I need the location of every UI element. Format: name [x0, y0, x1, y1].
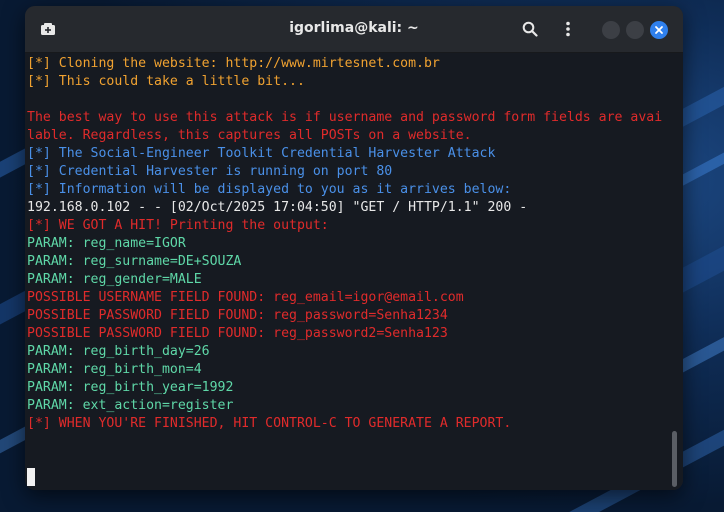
terminal-line: lable. Regardless, this captures all POS…: [27, 128, 472, 143]
terminal-line: [*] This could take a little bit...: [27, 74, 305, 89]
terminal-line: [*] Credential Harvester is running on p…: [27, 164, 393, 179]
terminal-line: [*] The Social-Engineer Toolkit Credenti…: [27, 146, 496, 161]
terminal-line: PARAM: reg_birth_mon=4: [27, 362, 202, 377]
terminal-line: POSSIBLE PASSWORD FIELD FOUND: reg_passw…: [27, 308, 448, 323]
terminal-line: [*] Information will be displayed to you…: [27, 182, 512, 197]
terminal-line: [*] WE GOT A HIT! Printing the output:: [27, 218, 329, 233]
kebab-menu-icon: [566, 21, 570, 37]
scrollbar[interactable]: [668, 53, 680, 490]
terminal-line: 192.168.0.102 - - [02/Oct/2025 17:04:50]…: [27, 200, 528, 215]
terminal-line: PARAM: reg_surname=DE+SOUZA: [27, 254, 242, 269]
terminal-text: [*] Cloning the website: http://www.mirt…: [27, 55, 671, 433]
terminal-line: PARAM: reg_birth_year=1992: [27, 380, 234, 395]
terminal-output[interactable]: [*] Cloning the website: http://www.mirt…: [25, 53, 683, 490]
minimize-button[interactable]: [602, 21, 620, 39]
search-icon: [522, 21, 538, 37]
menu-button[interactable]: [557, 18, 579, 40]
terminal-window: igorlima@kali: ~ [*] Cloning the website…: [25, 6, 683, 490]
close-button[interactable]: [650, 21, 668, 39]
terminal-line: [*] WHEN YOU'RE FINISHED, HIT CONTROL-C …: [27, 416, 512, 431]
terminal-line: [*] Cloning the website: http://www.mirt…: [27, 56, 440, 71]
title-bar[interactable]: igorlima@kali: ~: [25, 6, 683, 53]
terminal-line: PARAM: reg_gender=MALE: [27, 272, 202, 287]
terminal-line: POSSIBLE USERNAME FIELD FOUND: reg_email…: [27, 290, 464, 305]
terminal-line: PARAM: reg_name=IGOR: [27, 236, 186, 251]
scrollbar-thumb[interactable]: [672, 431, 677, 487]
terminal-line: PARAM: ext_action=register: [27, 398, 234, 413]
terminal-line: The best way to use this attack is if us…: [27, 110, 663, 125]
terminal-line: PARAM: reg_birth_day=26: [27, 344, 210, 359]
maximize-button[interactable]: [626, 21, 644, 39]
search-button[interactable]: [519, 18, 541, 40]
close-icon: [655, 26, 663, 34]
window-title: igorlima@kali: ~: [289, 20, 419, 36]
text-cursor: [27, 468, 35, 486]
terminal-line: POSSIBLE PASSWORD FIELD FOUND: reg_passw…: [27, 326, 448, 341]
